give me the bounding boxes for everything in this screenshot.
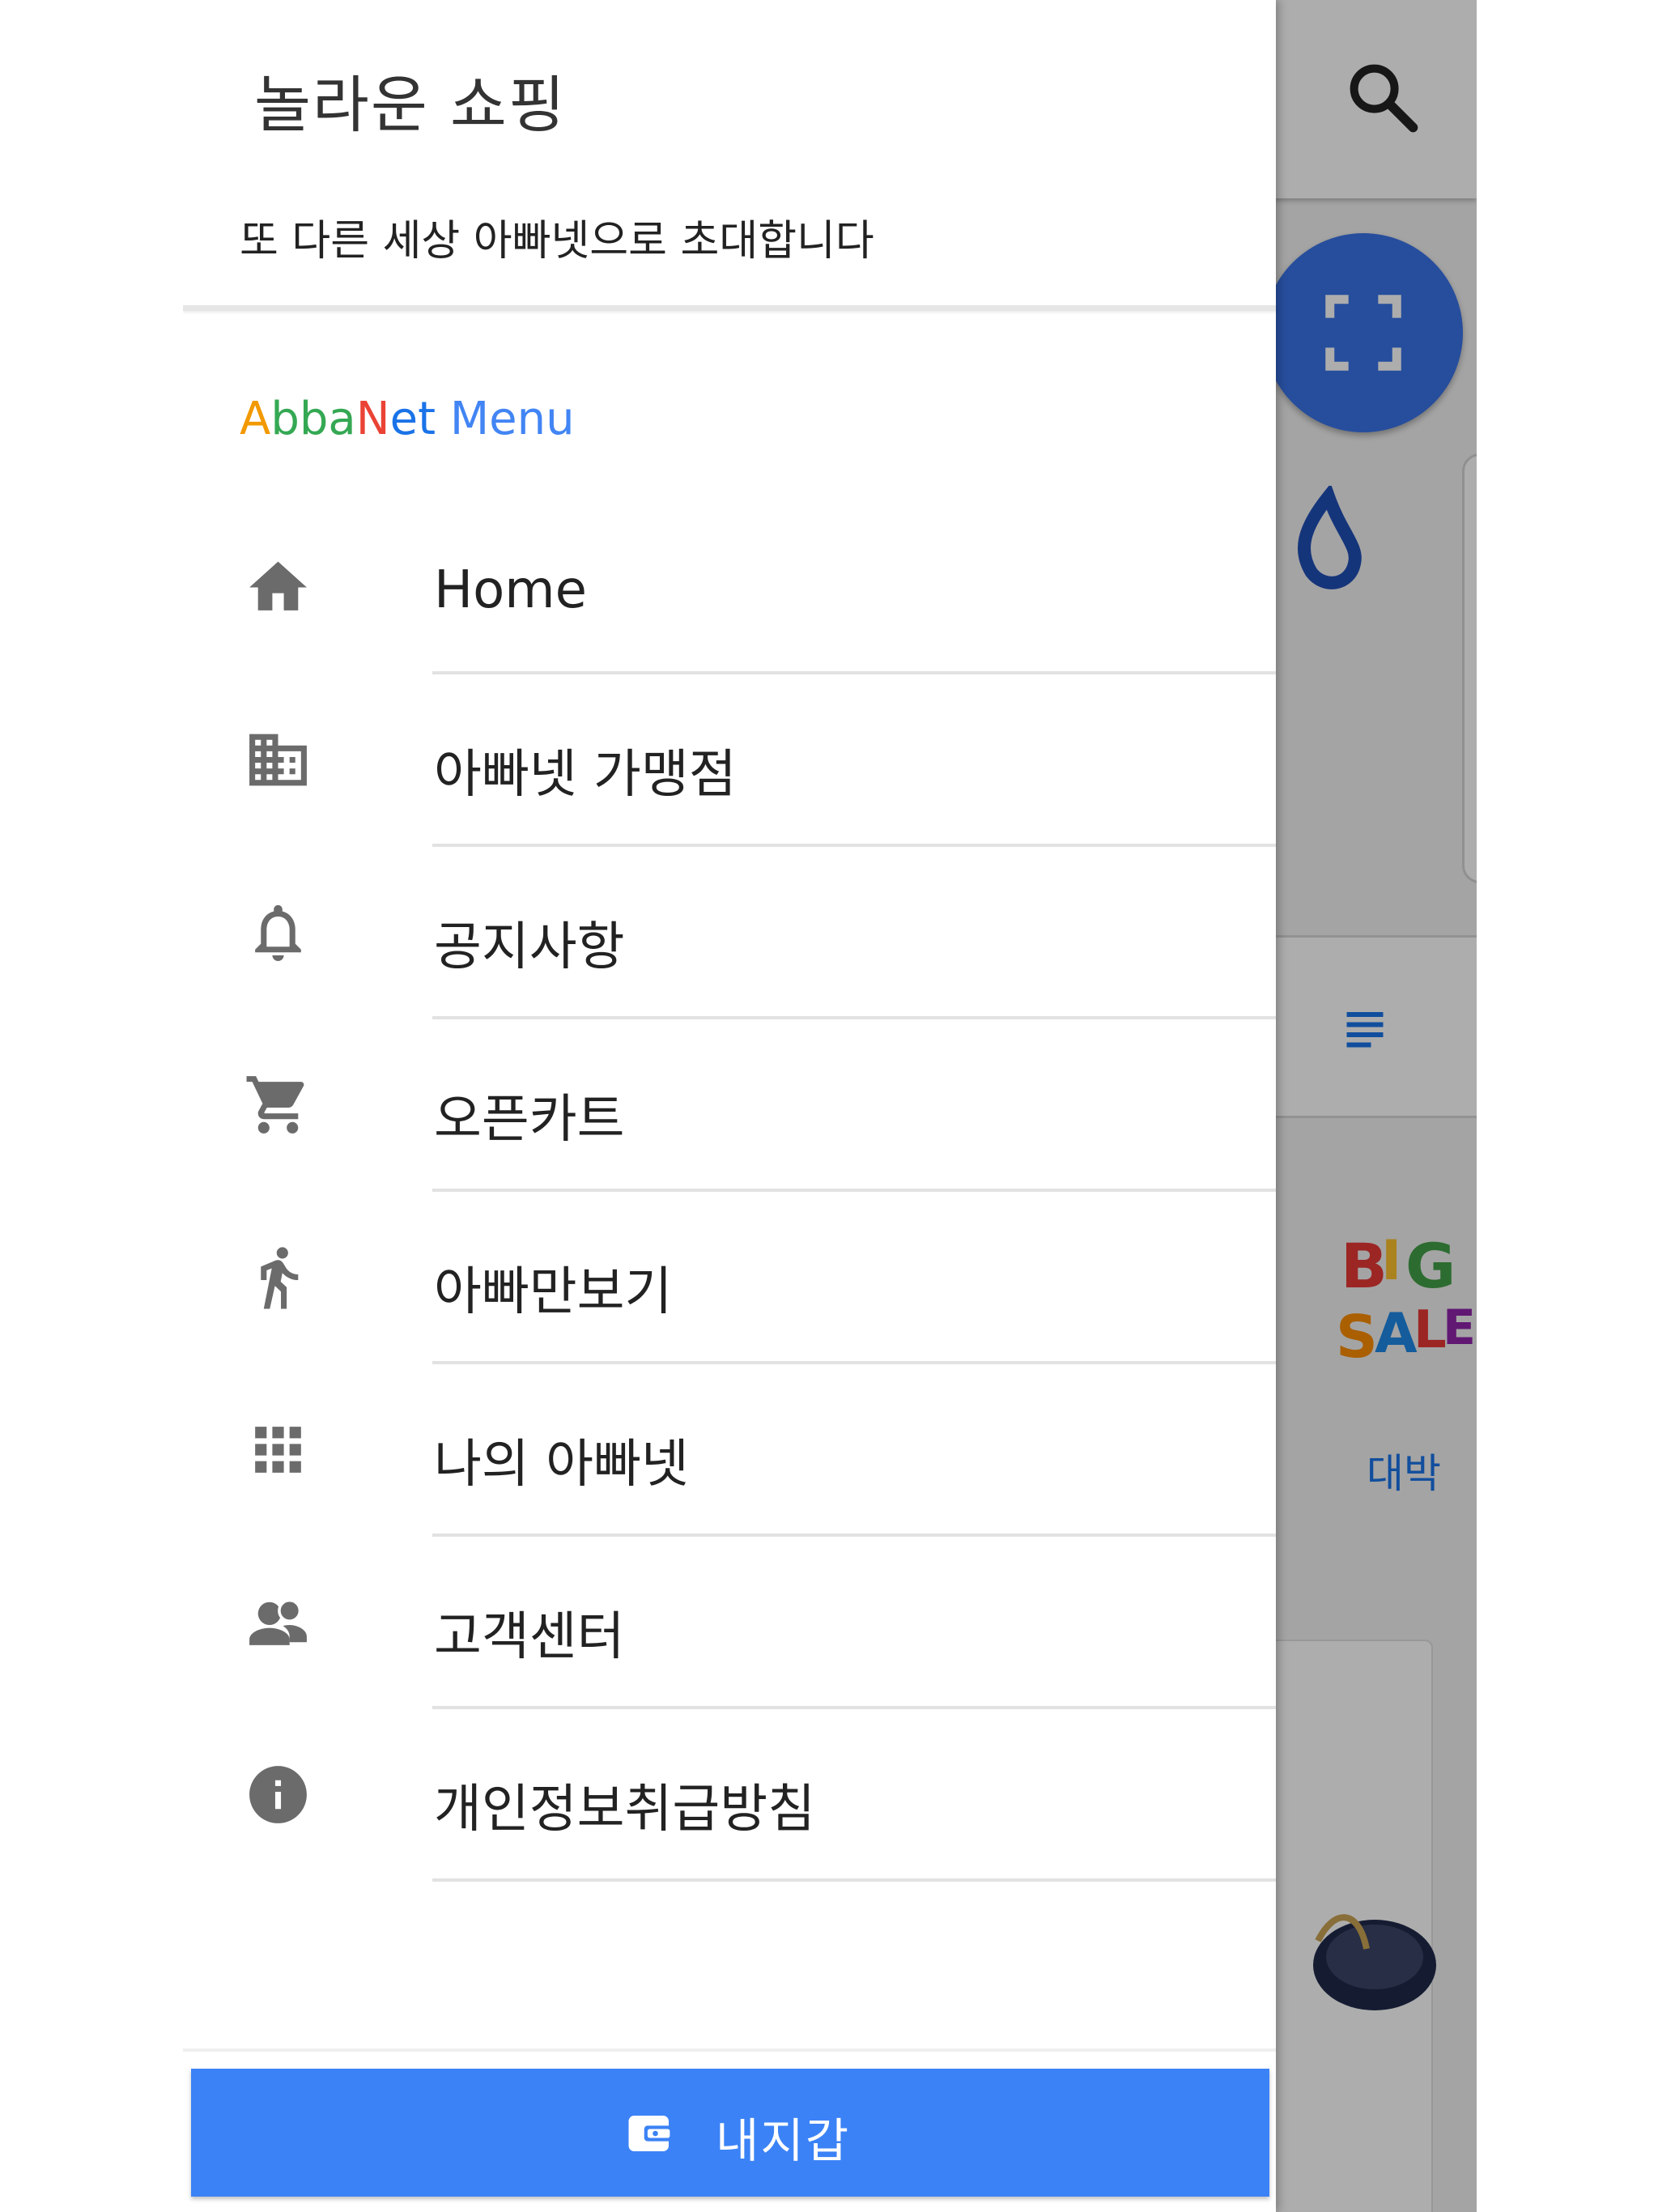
menu-item-label: 공지사항	[434, 917, 625, 977]
info-icon	[249, 1766, 307, 1823]
wallet-button[interactable]: 내지갑	[191, 2069, 1269, 2197]
menu-title: AbbaNet Menu	[240, 393, 575, 445]
menu-item-home[interactable]: Home	[183, 502, 1276, 674]
apps-grid-icon	[255, 1427, 301, 1473]
header-divider	[183, 305, 1276, 311]
menu-item-notices[interactable]: 공지사항	[183, 847, 1276, 1019]
menu-item-privacy-policy[interactable]: 개인정보취급방침	[183, 1709, 1276, 1882]
drawer-subtitle: 또 다른 세상 아빠넷으로 초대합니다	[240, 217, 874, 266]
menu-title-part: bba	[270, 393, 356, 445]
app-screen: B I G S A L E 대박 놀라운 쇼핑 또 다른 세상 아빠넷으로 초대…	[183, 0, 1477, 2212]
menu-item-label: 오픈카트	[434, 1090, 625, 1150]
wallet-icon	[628, 2116, 674, 2151]
menu-item-label: 아빠넷 가맹점	[434, 745, 737, 805]
bell-icon	[255, 904, 301, 961]
menu-item-open-cart[interactable]: 오픈카트	[183, 1019, 1276, 1192]
menu-item-dad-walk[interactable]: 아빠만보기	[183, 1192, 1276, 1364]
support-agents-icon	[249, 1598, 307, 1645]
menu-item-label: 개인정보취급방침	[434, 1780, 816, 1840]
menu-item-label: 고객센터	[434, 1607, 625, 1667]
menu-item-customer-center[interactable]: 고객센터	[183, 1537, 1276, 1709]
menu-item-label: Home	[434, 560, 587, 620]
menu-item-my-abbanet[interactable]: 나의 아빠넷	[183, 1364, 1276, 1537]
home-icon	[249, 561, 307, 610]
menu-item-label: 아빠만보기	[434, 1262, 673, 1322]
menu-item-label: 나의 아빠넷	[434, 1435, 689, 1495]
menu-title-part: A	[240, 393, 271, 445]
menu-divider	[432, 1878, 1276, 1882]
menu-item-stores[interactable]: 아빠넷 가맹점	[183, 674, 1276, 847]
building-icon	[249, 734, 307, 786]
menu-title-part: Menu	[436, 393, 575, 445]
drawer-title: 놀라운 쇼핑	[254, 69, 567, 141]
menu-title-part: N	[355, 393, 390, 445]
wallet-button-label: 내지갑	[716, 2113, 851, 2168]
cart-icon	[246, 1076, 304, 1134]
navigation-drawer: 놀라운 쇼핑 또 다른 세상 아빠넷으로 초대합니다 AbbaNet Menu …	[183, 0, 1276, 2212]
menu-title-part: et	[389, 393, 436, 445]
footer-divider	[183, 2048, 1276, 2052]
walk-icon	[261, 1247, 299, 1309]
